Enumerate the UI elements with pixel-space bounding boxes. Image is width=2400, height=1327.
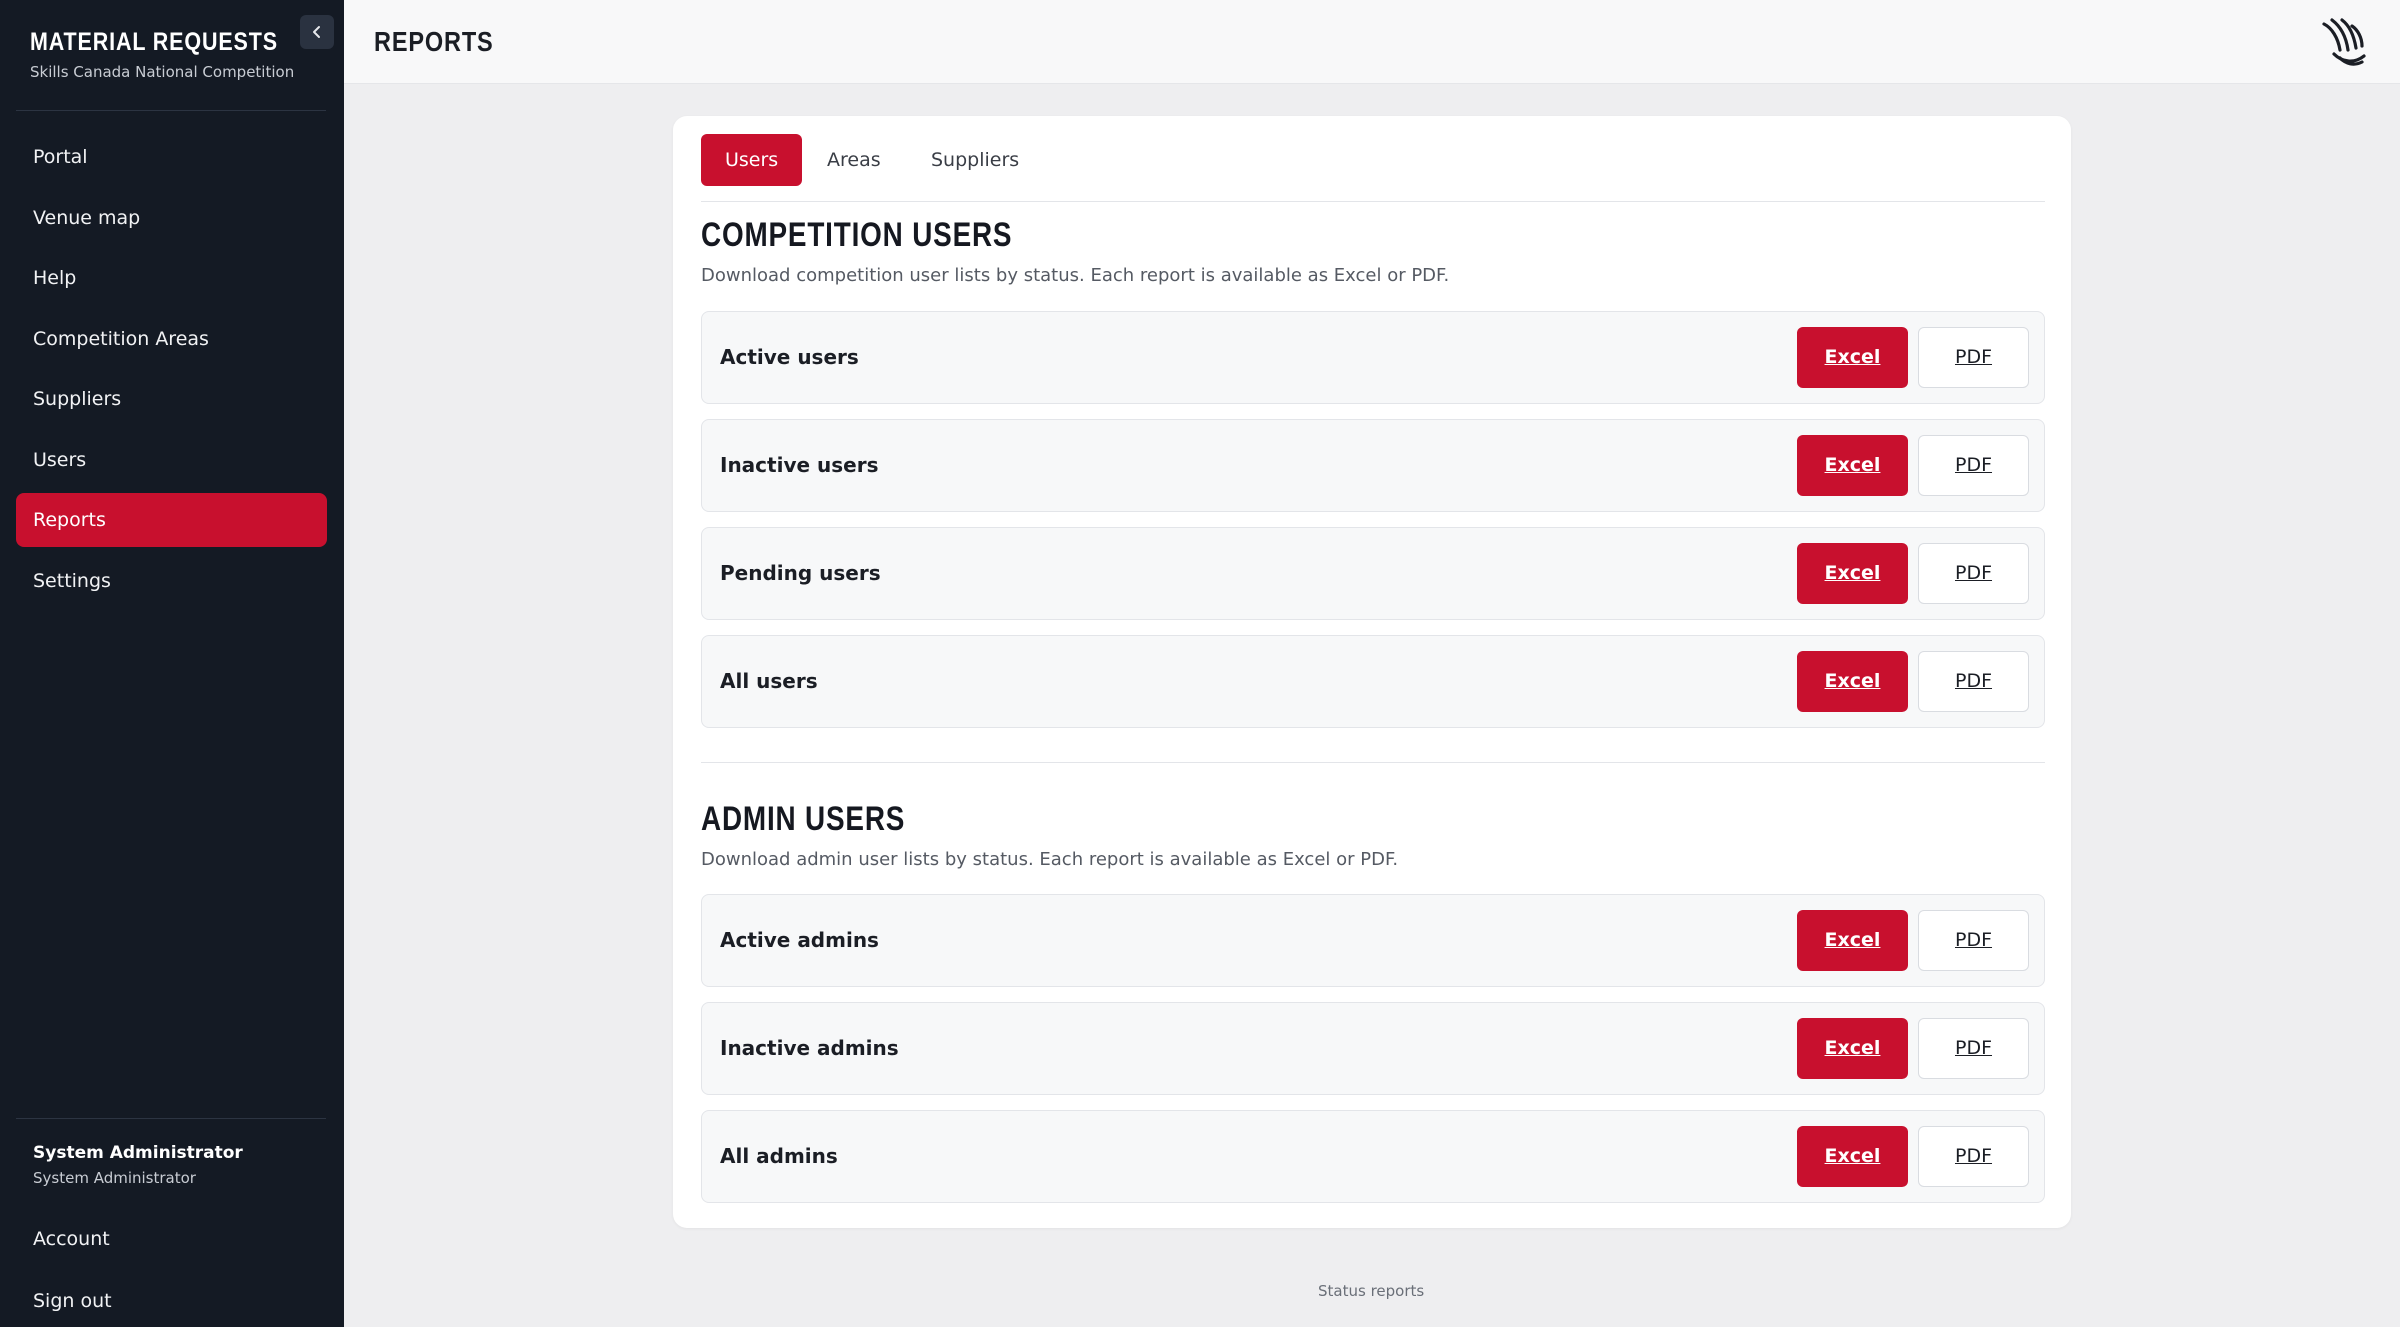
sidebar: MATERIAL REQUESTS Skills Canada National… xyxy=(0,0,344,1327)
brand-logo-icon xyxy=(2322,18,2366,66)
pdf-download-button[interactable]: PDF xyxy=(1918,435,2029,496)
app-subtitle: Skills Canada National Competition xyxy=(30,63,295,81)
sidebar-item-venue-map[interactable]: Venue map xyxy=(16,191,327,245)
report-row-active-users: Active users Excel PDF xyxy=(701,311,2045,404)
report-label: Active users xyxy=(720,345,859,369)
pdf-download-button[interactable]: PDF xyxy=(1918,543,2029,604)
chevron-left-icon xyxy=(313,26,320,38)
top-header: REPORTS xyxy=(344,0,2400,84)
report-label: Inactive admins xyxy=(720,1036,899,1060)
user-role: System Administrator xyxy=(33,1169,196,1187)
excel-download-button[interactable]: Excel xyxy=(1797,910,1908,971)
sidebar-item-settings[interactable]: Settings xyxy=(16,554,327,608)
report-label: Active admins xyxy=(720,928,879,952)
current-user: System Administrator System Administrato… xyxy=(33,1143,243,1187)
report-label: All admins xyxy=(720,1144,838,1168)
sidebar-item-help[interactable]: Help xyxy=(16,251,327,305)
section-title-admin-users: ADMIN USERS xyxy=(701,800,906,838)
pdf-download-button[interactable]: PDF xyxy=(1918,327,2029,388)
report-label: Pending users xyxy=(720,561,881,585)
reports-card: Users Areas Suppliers COMPETITION USERS … xyxy=(673,116,2071,1228)
tab-areas[interactable]: Areas xyxy=(803,134,905,186)
report-tabs: Users Areas Suppliers xyxy=(701,134,2045,202)
sidebar-item-portal[interactable]: Portal xyxy=(16,130,327,184)
report-row-pending-users: Pending users Excel PDF xyxy=(701,527,2045,620)
pdf-download-button[interactable]: PDF xyxy=(1918,1126,2029,1187)
report-label: All users xyxy=(720,669,818,693)
excel-download-button[interactable]: Excel xyxy=(1797,327,1908,388)
report-row-inactive-users: Inactive users Excel PDF xyxy=(701,419,2045,512)
app-title: MATERIAL REQUESTS xyxy=(30,28,278,56)
section-title-competition-users: COMPETITION USERS xyxy=(701,216,1013,254)
report-row-all-admins: All admins Excel PDF xyxy=(701,1110,2045,1203)
pdf-download-button[interactable]: PDF xyxy=(1918,651,2029,712)
pdf-download-button[interactable]: PDF xyxy=(1918,1018,2029,1079)
report-row-active-admins: Active admins Excel PDF xyxy=(701,894,2045,987)
collapse-sidebar-button[interactable] xyxy=(300,15,334,49)
section-description: Download competition user lists by statu… xyxy=(701,265,1450,286)
page-title: REPORTS xyxy=(374,26,494,57)
sidebar-item-reports[interactable]: Reports xyxy=(16,493,327,547)
account-link[interactable]: Account xyxy=(33,1228,110,1250)
excel-download-button[interactable]: Excel xyxy=(1797,1126,1908,1187)
sign-out-link[interactable]: Sign out xyxy=(33,1290,112,1312)
footer-note: Status reports xyxy=(1318,1282,1425,1300)
section-divider xyxy=(701,762,2045,763)
tab-suppliers[interactable]: Suppliers xyxy=(907,134,1043,186)
user-name: System Administrator xyxy=(33,1143,243,1163)
section-description: Download admin user lists by status. Eac… xyxy=(701,849,1399,870)
sidebar-divider xyxy=(16,110,326,111)
sidebar-nav: Portal Venue map Help Competition Areas … xyxy=(16,130,327,614)
excel-download-button[interactable]: Excel xyxy=(1797,1018,1908,1079)
brand: MATERIAL REQUESTS Skills Canada National… xyxy=(30,28,318,81)
report-row-inactive-admins: Inactive admins Excel PDF xyxy=(701,1002,2045,1095)
excel-download-button[interactable]: Excel xyxy=(1797,543,1908,604)
pdf-download-button[interactable]: PDF xyxy=(1918,910,2029,971)
sidebar-item-suppliers[interactable]: Suppliers xyxy=(16,372,327,426)
sidebar-divider xyxy=(16,1118,326,1119)
report-label: Inactive users xyxy=(720,453,879,477)
excel-download-button[interactable]: Excel xyxy=(1797,651,1908,712)
excel-download-button[interactable]: Excel xyxy=(1797,435,1908,496)
sidebar-item-users[interactable]: Users xyxy=(16,433,327,487)
report-row-all-users: All users Excel PDF xyxy=(701,635,2045,728)
tab-users[interactable]: Users xyxy=(701,134,803,186)
sidebar-item-competition-areas[interactable]: Competition Areas xyxy=(16,312,327,366)
